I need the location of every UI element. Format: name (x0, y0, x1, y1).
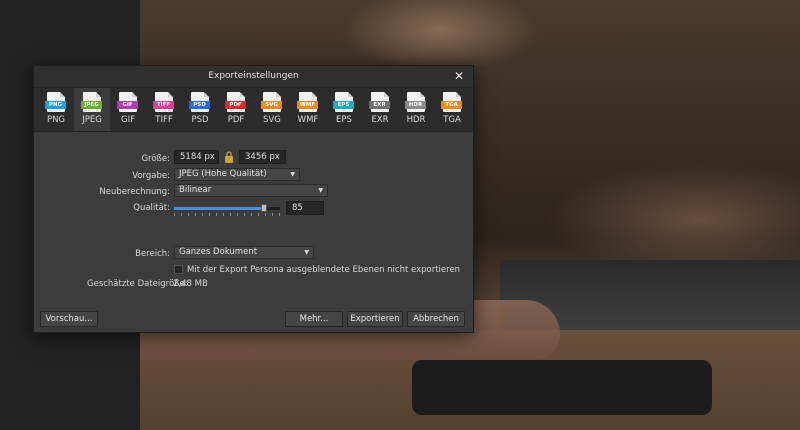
quality-slider-ticks (174, 213, 280, 216)
format-tab-exr[interactable]: EXR EXR (362, 88, 398, 131)
quality-label: Qualität: (133, 203, 170, 213)
quality-field[interactable]: 85 (286, 201, 324, 215)
format-icon-tag: JPEG (81, 101, 102, 109)
format-tab-pdf[interactable]: PDF PDF (218, 88, 254, 131)
format-tab-label: HDR (406, 115, 426, 125)
dialog-title: Exporteinstellungen (208, 71, 299, 81)
format-icon-tag: SVG (261, 101, 282, 109)
format-tab-gif[interactable]: GIF GIF (110, 88, 146, 131)
eps-file-icon: EPS (333, 92, 354, 112)
format-tab-tiff[interactable]: TIFF TIFF (146, 88, 182, 131)
export-button[interactable]: Exportieren (347, 311, 403, 327)
hidden-layers-checkbox[interactable] (174, 265, 183, 274)
chevron-down-icon: ▼ (304, 249, 309, 256)
jpeg-file-icon: JPEG (81, 92, 102, 112)
format-tab-hdr[interactable]: HDR HDR (398, 88, 434, 131)
format-tab-label: PNG (46, 115, 66, 125)
quality-slider[interactable] (174, 204, 280, 212)
format-tab-label: WMF (297, 115, 319, 125)
pdf-file-icon: PDF (225, 92, 246, 112)
tiff-file-icon: TIFF (153, 92, 174, 112)
format-bar: PNG PNG JPEG JPEG GIF GIF TIFF TIFF PSD PSD PDF PDF… (34, 88, 473, 132)
format-tab-label: TGA (443, 115, 461, 125)
resample-select[interactable]: Bilinear ▼ (174, 184, 328, 197)
format-icon-tag: HDR (405, 101, 426, 109)
format-icon-tag: PNG (45, 101, 66, 109)
svg-file-icon: SVG (261, 92, 282, 112)
format-tab-wmf[interactable]: WMF WMF (290, 88, 326, 131)
aspect-lock-icon[interactable] (224, 151, 234, 163)
format-tab-png[interactable]: PNG PNG (38, 88, 74, 131)
format-icon-tag: TGA (441, 101, 462, 109)
quality-slider-handle[interactable] (261, 204, 268, 212)
gif-file-icon: GIF (117, 92, 138, 112)
format-icon-tag: WMF (297, 101, 318, 109)
preset-select-value: JPEG (Hohe Qualität) (179, 169, 267, 179)
preset-select[interactable]: JPEG (Hohe Qualität) ▼ (174, 168, 300, 181)
background-phone (412, 360, 712, 415)
format-tab-tga[interactable]: TGA TGA (434, 88, 470, 131)
preview-button[interactable]: Vorschau... (40, 311, 98, 327)
format-tab-label: PSD (191, 115, 209, 125)
area-select-value: Ganzes Dokument (179, 247, 258, 257)
format-tab-eps[interactable]: EPS EPS (326, 88, 362, 131)
format-icon-tag: EPS (333, 101, 354, 109)
dialog-titlebar: Exporteinstellungen ✕ (34, 66, 473, 88)
close-icon[interactable]: ✕ (452, 69, 466, 83)
format-icon-tag: PSD (189, 101, 210, 109)
export-settings-dialog: Exporteinstellungen ✕ PNG PNG JPEG JPEG GIF G… (33, 65, 474, 333)
resample-label: Neuberechnung: (99, 187, 170, 197)
format-tab-label: JPEG (82, 115, 102, 125)
resample-select-value: Bilinear (179, 185, 212, 195)
format-icon-tag: GIF (117, 101, 138, 109)
chevron-down-icon: ▼ (290, 171, 295, 178)
format-tab-psd[interactable]: PSD PSD (182, 88, 218, 131)
height-field[interactable]: 3456 px (239, 150, 286, 164)
preset-label: Vorgabe: (132, 171, 170, 181)
format-tab-label: PDF (227, 115, 245, 125)
format-tab-label: EXR (371, 115, 389, 125)
exr-file-icon: EXR (369, 92, 390, 112)
cancel-button[interactable]: Abbrechen (407, 311, 465, 327)
tga-file-icon: TGA (441, 92, 462, 112)
format-tab-jpeg[interactable]: JPEG JPEG (74, 88, 110, 131)
wmf-file-icon: WMF (297, 92, 318, 112)
width-field[interactable]: 5184 px (174, 150, 219, 164)
psd-file-icon: PSD (189, 92, 210, 112)
area-label: Bereich: (135, 249, 170, 259)
hidden-layers-checkbox-label: Mit der Export Persona ausgeblendete Ebe… (187, 265, 461, 275)
format-icon-tag: PDF (225, 101, 246, 109)
size-label: Größe: (141, 154, 170, 164)
format-icon-tag: EXR (369, 101, 390, 109)
format-tab-label: EPS (336, 115, 352, 125)
quality-slider-fill (174, 207, 265, 210)
more-button[interactable]: Mehr... (285, 311, 343, 327)
area-select[interactable]: Ganzes Dokument ▼ (174, 246, 314, 259)
format-tab-label: SVG (263, 115, 281, 125)
hdr-file-icon: HDR (405, 92, 426, 112)
format-icon-tag: TIFF (153, 101, 174, 109)
format-tab-svg[interactable]: SVG SVG (254, 88, 290, 131)
filesize-value: 2,48 MB (173, 279, 208, 289)
png-file-icon: PNG (45, 92, 66, 112)
chevron-down-icon: ▼ (318, 187, 323, 194)
format-tab-label: GIF (121, 115, 135, 125)
format-tab-label: TIFF (155, 115, 173, 125)
